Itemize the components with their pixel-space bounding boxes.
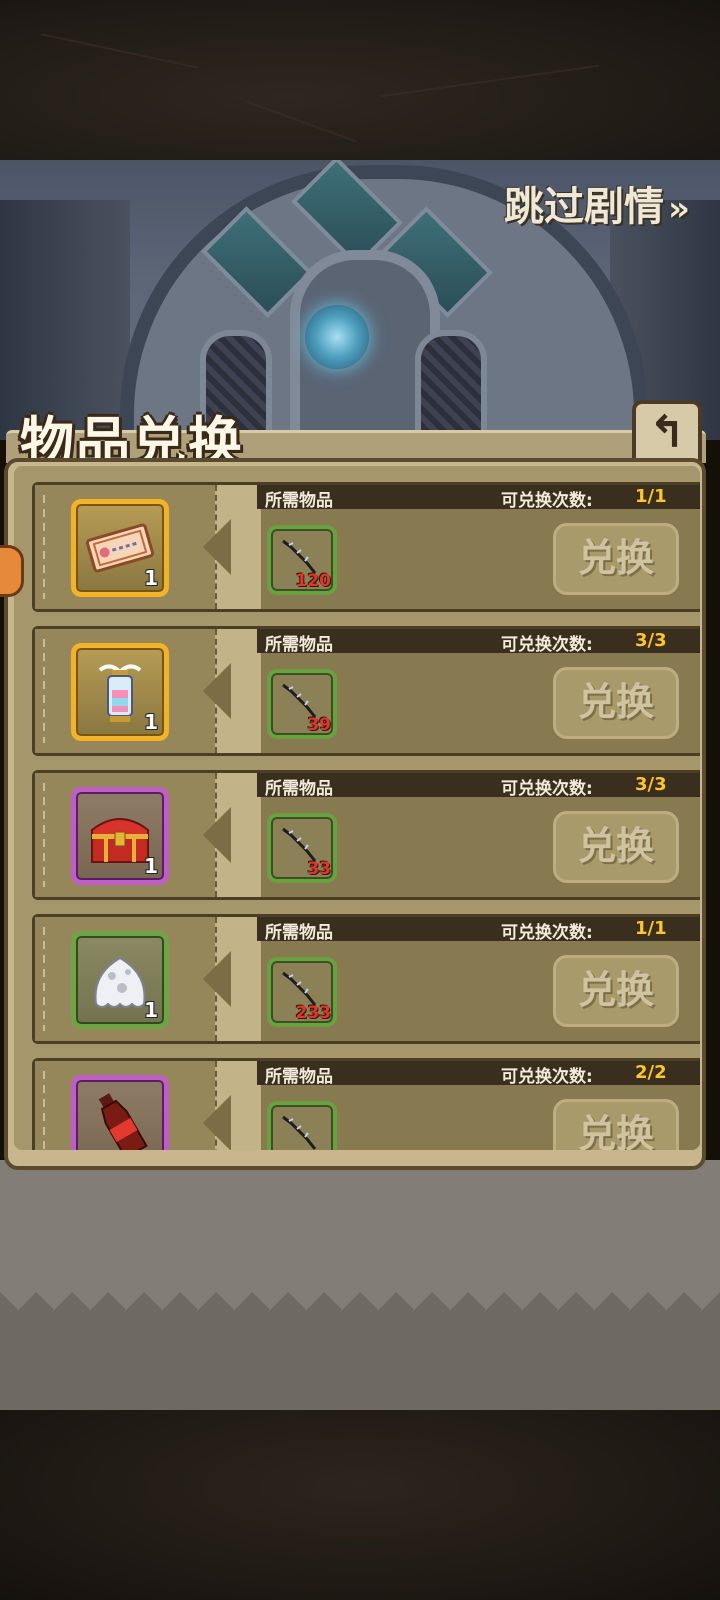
exchange-list[interactable]: 1 所需物品 可兑换次数: 1/1 120 兑换 1 所需物品 可兑换次数: 3…: [14, 466, 700, 1150]
exchange-count-value: 3/3: [635, 774, 667, 795]
required-quantity: 233: [295, 1003, 332, 1023]
reward-slot[interactable]: 1: [71, 787, 169, 885]
required-item-slot[interactable]: 39: [267, 669, 337, 739]
reward-slot[interactable]: 1: [71, 499, 169, 597]
exchange-count-value: 2/2: [635, 1062, 667, 1083]
reward-quantity: 1: [144, 566, 158, 590]
back-arrow-icon: ↰: [648, 407, 686, 458]
required-item-slot[interactable]: 120: [267, 525, 337, 595]
double-chevron-right-icon: »: [668, 189, 690, 229]
exchange-count-label: 可兑换次数:: [501, 1067, 593, 1087]
exchange-count-label: 可兑换次数:: [501, 779, 593, 799]
exchange-row: 1 所需物品 可兑换次数: 1/1 233 兑换: [32, 914, 700, 1044]
exchange-count-value: 1/1: [635, 486, 667, 507]
required-item-slot[interactable]: [267, 1101, 337, 1150]
exchange-button[interactable]: 兑换: [553, 523, 679, 595]
required-items-label: 所需物品: [265, 491, 333, 511]
required-quantity: 120: [295, 571, 332, 591]
required-items-label: 所需物品: [265, 635, 333, 655]
skip-story-button[interactable]: 跳过剧情»: [504, 174, 690, 232]
exchange-row: 所需物品 可兑换次数: 2/2 兑换: [32, 1058, 700, 1150]
side-expand-tab[interactable]: [0, 545, 24, 597]
reward-quantity: 1: [144, 710, 158, 734]
exchange-count-label: 可兑换次数:: [501, 923, 593, 943]
reward-slot[interactable]: [71, 1075, 169, 1150]
exchange-button[interactable]: 兑换: [553, 667, 679, 739]
skip-story-label: 跳过剧情: [504, 184, 665, 230]
exchange-row: 1 所需物品 可兑换次数: 3/3 33 兑换: [32, 770, 700, 900]
bottom-background: [0, 1410, 720, 1600]
reward-slot[interactable]: 1: [71, 643, 169, 741]
exchange-count-value: 3/3: [635, 630, 667, 651]
required-item-slot[interactable]: 33: [267, 813, 337, 883]
reward-quantity: 1: [144, 998, 158, 1022]
exchange-button[interactable]: 兑换: [553, 1099, 679, 1150]
exchange-row: 1 所需物品 可兑换次数: 3/3 39 兑换: [32, 626, 700, 756]
shard-icon: [282, 1115, 317, 1150]
exchange-count-value: 1/1: [635, 918, 667, 939]
exchange-row: 1 所需物品 可兑换次数: 1/1 120 兑换: [32, 482, 700, 612]
bottle-icon: [98, 1093, 148, 1150]
exchange-count-label: 可兑换次数:: [501, 491, 593, 511]
exchange-button[interactable]: 兑换: [553, 955, 679, 1027]
required-quantity: 33: [307, 859, 331, 879]
required-items-label: 所需物品: [265, 1067, 333, 1087]
top-background: [0, 0, 720, 160]
exchange-button[interactable]: 兑换: [553, 811, 679, 883]
reward-slot[interactable]: 1: [71, 931, 169, 1029]
exchange-count-label: 可兑换次数:: [501, 635, 593, 655]
required-items-label: 所需物品: [265, 779, 333, 799]
reward-quantity: 1: [144, 854, 158, 878]
required-quantity: 39: [307, 715, 331, 735]
required-items-label: 所需物品: [265, 923, 333, 943]
required-item-slot[interactable]: 233: [267, 957, 337, 1027]
lower-background: [0, 1160, 720, 1410]
